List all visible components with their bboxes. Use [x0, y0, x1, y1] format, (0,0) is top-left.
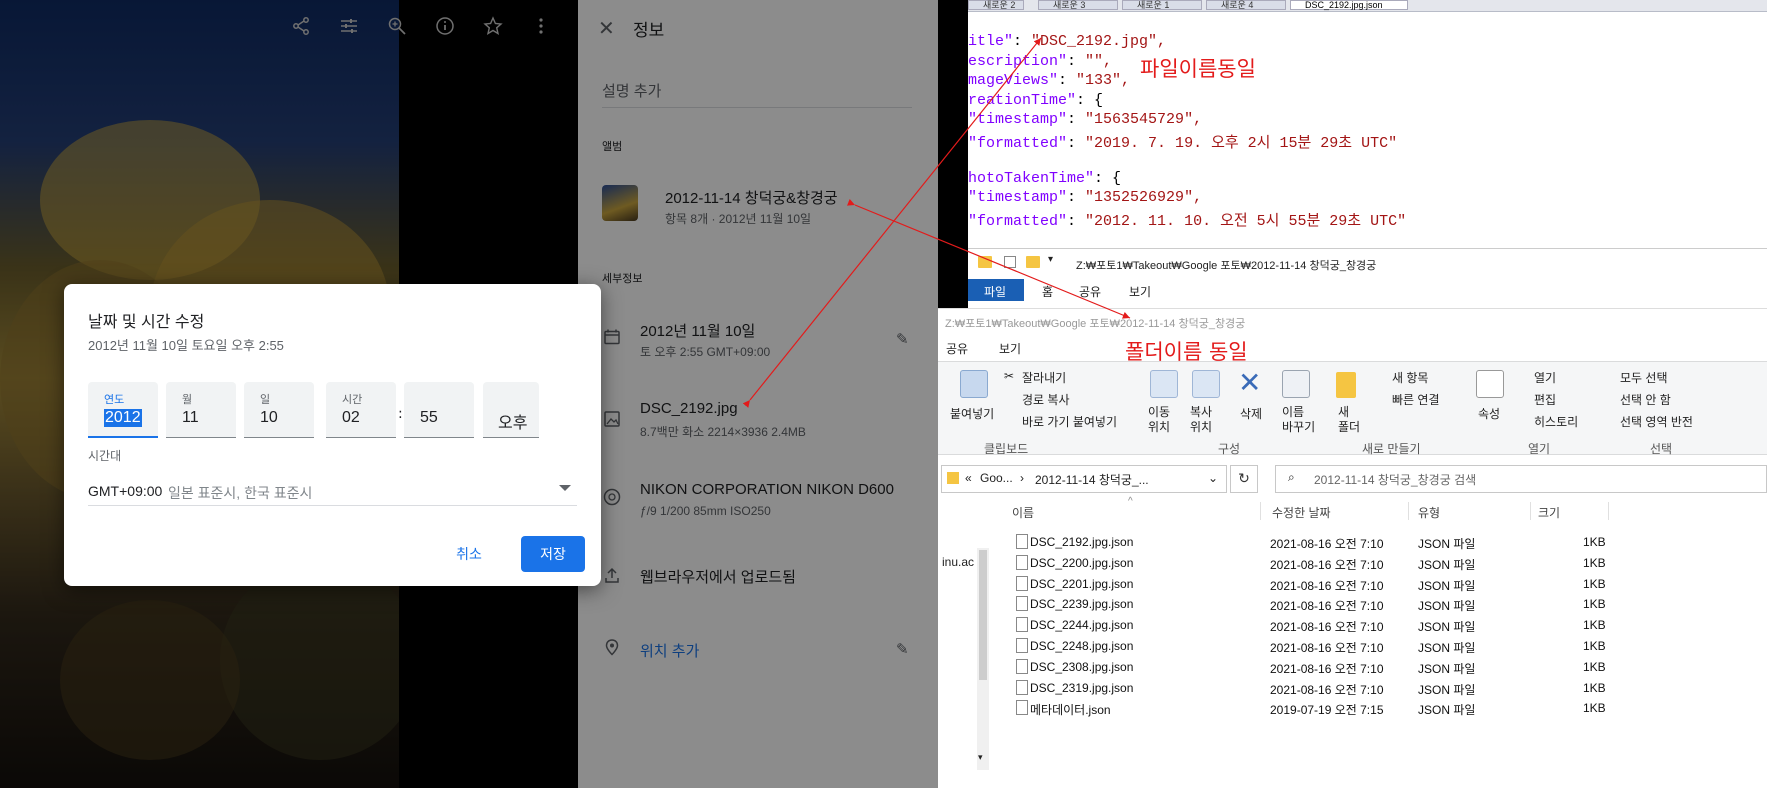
- arrow-filename: [742, 37, 1042, 408]
- arrow-foldername: [846, 198, 1131, 319]
- annotation-arrows: [742, 37, 1131, 408]
